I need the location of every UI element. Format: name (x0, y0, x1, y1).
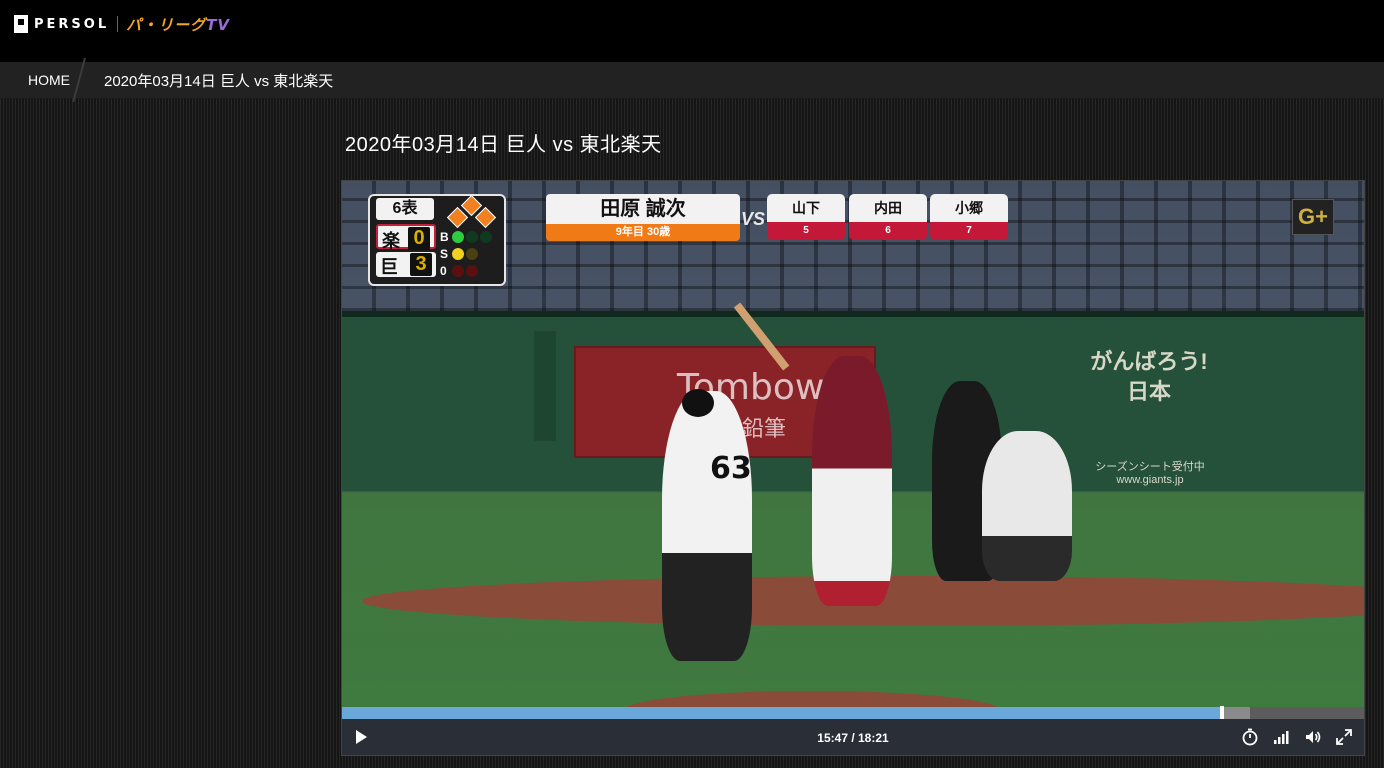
strikes-row: S (440, 245, 502, 262)
breadcrumb-home-link[interactable]: HOME (0, 62, 84, 98)
ball-dot-icon (452, 230, 464, 243)
progress-bar[interactable] (342, 706, 1364, 720)
upcoming-batter-card: 内田 6 (849, 194, 927, 240)
broadcaster-logo: G+ (1292, 199, 1334, 235)
top-bar: PERSOL パ・リーグTV (0, 0, 1384, 62)
inning-indicator: 6表 (376, 198, 434, 220)
base-diamond (442, 194, 500, 229)
scoreboard: 6表 楽 0 巨 3 B S 0 (368, 194, 506, 286)
upcoming-batter-name: 内田 (849, 194, 927, 222)
outs-row: 0 (440, 262, 502, 279)
team-row-away: 楽 0 (376, 224, 436, 251)
page-title: 2020年03月14日 巨人 vs 東北楽天 (345, 134, 662, 156)
ball-dot-icon (466, 230, 478, 243)
batter-name: 田原 誠次 (546, 194, 740, 224)
player-controls: 15:47 / 18:21 (342, 719, 1364, 755)
strike-dot-icon (452, 247, 464, 260)
pitcher-number: 63 (710, 451, 752, 486)
signal-bars-icon[interactable] (1271, 727, 1291, 747)
strikes-label: S (440, 246, 449, 261)
persol-logo-icon (14, 15, 28, 33)
pltv-tv-text: TV (206, 15, 230, 34)
upcoming-batter-name: 山下 (767, 194, 845, 222)
outs-label: 0 (440, 263, 447, 278)
breadcrumb-current: 2020年03月14日 巨人 vs 東北楽天 (104, 72, 334, 90)
vertical-ad (534, 331, 556, 441)
breadcrumb: HOME 2020年03月14日 巨人 vs 東北楽天 (0, 62, 1384, 98)
upcoming-batter-order: 5 (767, 222, 845, 240)
fullscreen-icon[interactable] (1334, 727, 1354, 747)
progress-handle[interactable] (1219, 706, 1224, 720)
ball-dot-icon (480, 230, 492, 243)
wall-message: がんばろう! 日本 (1090, 349, 1208, 404)
upcoming-batter-order: 6 (849, 222, 927, 240)
ball-count: B S 0 (440, 228, 502, 279)
strike-dot-icon (466, 247, 478, 260)
volume-icon[interactable] (1303, 727, 1323, 747)
batter-details: 9年目 30歳 (546, 224, 740, 241)
pltv-main-text: パ・リーグ (126, 15, 207, 34)
out-dot-icon (452, 264, 464, 277)
team-score: 0 (408, 227, 430, 250)
first-base-icon (474, 206, 497, 229)
video-frame[interactable]: Tombow トンボ鉛筆 がんばろう! 日本 シーズンシート受付中 www.gi… (342, 181, 1364, 708)
pitcher-figure (662, 391, 752, 661)
catcher-figure (982, 431, 1072, 581)
team-name: 楽 (382, 231, 400, 251)
video-player[interactable]: Tombow トンボ鉛筆 がんばろう! 日本 シーズンシート受付中 www.gi… (341, 180, 1365, 756)
progress-fill (342, 707, 1222, 719)
team-row-home: 巨 3 (376, 252, 436, 277)
site-logo[interactable]: PERSOL パ・リーグTV (14, 14, 230, 34)
vs-label: VS (741, 209, 766, 229)
team-name: 巨 (380, 257, 398, 277)
time-display: 15:47 / 18:21 (817, 731, 889, 745)
balls-row: B (440, 228, 502, 245)
breadcrumb-separator (84, 62, 94, 98)
upcoming-batter-card: 小郷 7 (930, 194, 1008, 240)
timer-icon[interactable] (1240, 727, 1260, 747)
upcoming-batter-name: 小郷 (930, 194, 1008, 222)
out-dot-icon (466, 264, 478, 277)
batter-info-panel: 田原 誠次 9年目 30歳 (546, 194, 740, 242)
pacific-league-tv-logo: パ・リーグTV (126, 14, 230, 35)
pitchers-mound (622, 691, 1002, 708)
logo-divider (117, 16, 119, 32)
team-score: 3 (410, 253, 432, 276)
upcoming-batter-order: 7 (930, 222, 1008, 240)
pitcher-cap (682, 389, 714, 417)
upcoming-batter-card: 山下 5 (767, 194, 845, 240)
persol-brand-text: PERSOL (34, 16, 110, 32)
batter-figure (812, 356, 892, 606)
wall-message-sub: シーズンシート受付中 www.giants.jp (1095, 461, 1205, 486)
balls-label: B (440, 229, 449, 244)
wall-line (342, 311, 1364, 317)
